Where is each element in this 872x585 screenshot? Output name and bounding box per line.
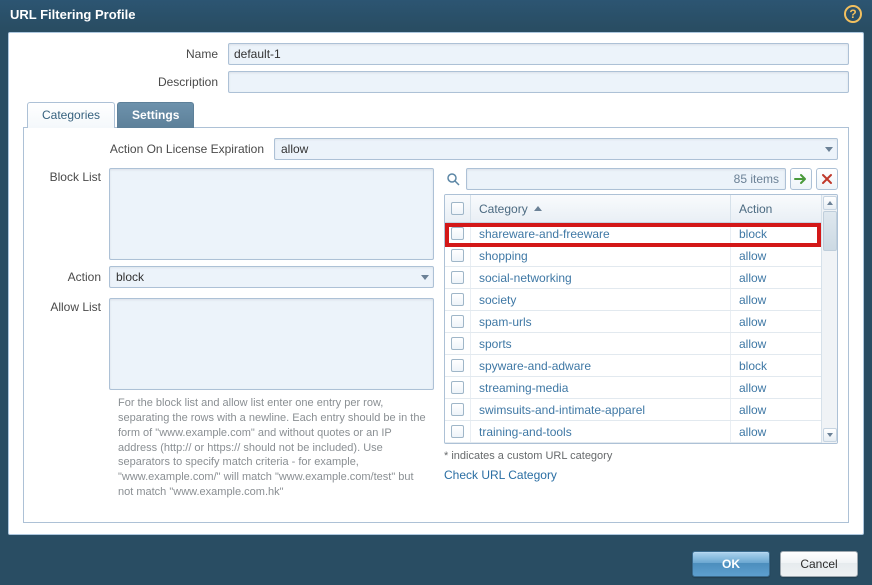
category-table: Category Action shareware-and-freeware bl… [444, 194, 838, 444]
description-label: Description [23, 75, 228, 89]
help-icon[interactable]: ? [844, 5, 862, 23]
category-name-link[interactable]: social-networking [479, 271, 572, 285]
category-action-cell[interactable]: allow [731, 245, 821, 266]
search-icon[interactable] [444, 170, 462, 188]
row-checkbox[interactable] [451, 359, 464, 372]
action-value: block [116, 270, 144, 284]
description-row: Description [23, 71, 849, 93]
left-column: Block List Action block Allow List [34, 168, 434, 500]
clear-filter-button[interactable] [816, 168, 838, 190]
category-name-link[interactable]: shopping [479, 249, 528, 263]
apply-filter-button[interactable] [790, 168, 812, 190]
category-action-cell[interactable]: allow [731, 289, 821, 310]
description-input[interactable] [228, 71, 849, 93]
table-row[interactable]: society allow [445, 289, 821, 311]
category-action-cell[interactable]: allow [731, 267, 821, 288]
category-action-cell[interactable]: block [731, 355, 821, 376]
action-select[interactable]: block [109, 266, 434, 288]
category-name-link[interactable]: spyware-and-adware [479, 359, 591, 373]
tabstrip: Categories Settings [23, 101, 849, 128]
table-row[interactable]: spyware-and-adware block [445, 355, 821, 377]
row-checkbox[interactable] [451, 425, 464, 438]
table-row[interactable]: social-networking allow [445, 267, 821, 289]
row-checkbox[interactable] [451, 315, 464, 328]
row-checkbox[interactable] [451, 293, 464, 306]
sort-asc-icon [534, 206, 542, 211]
name-label: Name [23, 47, 228, 61]
select-all-checkbox[interactable] [451, 202, 464, 215]
window-title: URL Filtering Profile [10, 7, 135, 22]
row-checkbox[interactable] [451, 271, 464, 284]
header-action[interactable]: Action [731, 195, 821, 222]
category-name-link[interactable]: training-and-tools [479, 425, 572, 439]
dialog-footer: OK Cancel [0, 543, 872, 585]
row-checkbox[interactable] [451, 403, 464, 416]
row-checkbox[interactable] [451, 381, 464, 394]
table-header: Category Action [445, 195, 821, 223]
ok-button[interactable]: OK [692, 551, 770, 577]
category-name-link[interactable]: shareware-and-freeware [479, 227, 610, 241]
tab-settings[interactable]: Settings [117, 102, 194, 128]
category-action-cell[interactable]: allow [731, 399, 821, 420]
category-action-cell[interactable]: block [731, 223, 821, 244]
check-url-category-link[interactable]: Check URL Category [444, 468, 838, 482]
row-checkbox[interactable] [451, 337, 464, 350]
category-name-link[interactable]: streaming-media [479, 381, 568, 395]
scroll-thumb[interactable] [823, 211, 837, 251]
header-category[interactable]: Category [471, 195, 731, 222]
block-list-box[interactable] [109, 168, 434, 260]
category-name-link[interactable]: spam-urls [479, 315, 532, 329]
category-action-cell[interactable]: allow [731, 311, 821, 332]
dialog-content: Name Description Categories Settings Act… [8, 32, 864, 535]
allow-list-label: Allow List [34, 298, 109, 314]
table-body: shareware-and-freeware block shopping allow… [445, 223, 821, 443]
url-filtering-profile-window: URL Filtering Profile ? Name Description… [0, 0, 872, 585]
table-row[interactable]: spam-urls allow [445, 311, 821, 333]
scroll-down-button[interactable] [823, 428, 837, 442]
allow-list-box[interactable] [109, 298, 434, 390]
category-name-link[interactable]: sports [479, 337, 512, 351]
table-row[interactable]: streaming-media allow [445, 377, 821, 399]
license-expiration-label: Action On License Expiration [34, 142, 274, 156]
scroll-up-button[interactable] [823, 196, 837, 210]
tab-categories[interactable]: Categories [27, 102, 115, 128]
custom-category-footnote: * indicates a custom URL category [444, 450, 838, 462]
table-row[interactable]: shopping allow [445, 245, 821, 267]
category-action-cell[interactable]: allow [731, 333, 821, 354]
category-name-link[interactable]: society [479, 293, 516, 307]
row-checkbox[interactable] [451, 227, 464, 240]
chevron-down-icon [421, 275, 429, 280]
license-expiration-row: Action On License Expiration allow [34, 138, 838, 160]
block-list-label: Block List [34, 168, 109, 184]
table-row[interactable]: sports allow [445, 333, 821, 355]
name-input[interactable] [228, 43, 849, 65]
table-row[interactable]: training-and-tools allow [445, 421, 821, 443]
right-column: Category Action shareware-and-freeware bl… [444, 168, 838, 500]
table-scrollbar[interactable] [821, 195, 837, 443]
name-row: Name [23, 43, 849, 65]
license-expiration-select[interactable]: allow [274, 138, 838, 160]
table-row[interactable]: swimsuits-and-intimate-apparel allow [445, 399, 821, 421]
category-name-link[interactable]: swimsuits-and-intimate-apparel [479, 403, 645, 417]
license-expiration-value: allow [281, 142, 308, 156]
category-action-cell[interactable]: allow [731, 377, 821, 398]
settings-tab-body: Action On License Expiration allow Block… [23, 128, 849, 523]
table-row[interactable]: shareware-and-freeware block [445, 223, 821, 245]
row-checkbox[interactable] [451, 249, 464, 262]
chevron-down-icon [825, 147, 833, 152]
category-action-cell[interactable]: allow [731, 421, 821, 442]
cancel-button[interactable]: Cancel [780, 551, 858, 577]
list-help-text: For the block list and allow list enter … [118, 396, 434, 500]
titlebar: URL Filtering Profile ? [0, 0, 872, 28]
category-search-row [444, 168, 838, 190]
action-label: Action [34, 270, 109, 284]
category-search-input[interactable] [466, 168, 786, 190]
